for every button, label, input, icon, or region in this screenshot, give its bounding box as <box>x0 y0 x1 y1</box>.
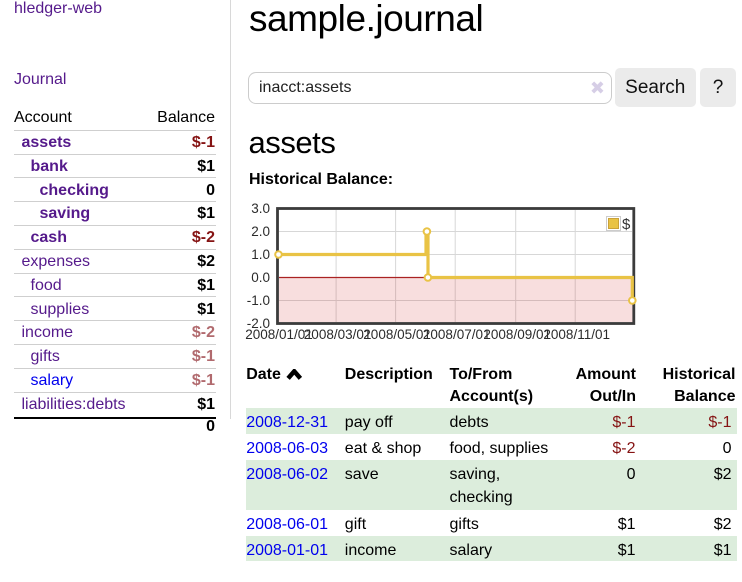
svg-text:-1.0: -1.0 <box>247 293 270 308</box>
svg-text:2008/03/01: 2008/03/01 <box>304 327 372 342</box>
svg-text:0.0: 0.0 <box>251 270 270 285</box>
svg-text:3.0: 3.0 <box>251 201 270 216</box>
svg-text:2008/05/01: 2008/05/01 <box>363 327 431 342</box>
svg-text:2.0: 2.0 <box>251 224 270 239</box>
svg-text:2008/09/01: 2008/09/01 <box>483 327 551 342</box>
svg-text:2008/11/01: 2008/11/01 <box>543 327 610 342</box>
svg-text:2008/01/01: 2008/01/01 <box>245 327 313 342</box>
svg-text:1.0: 1.0 <box>251 247 270 262</box>
svg-text:2008/07/01: 2008/07/01 <box>423 327 491 342</box>
svg-text:$: $ <box>622 216 631 233</box>
